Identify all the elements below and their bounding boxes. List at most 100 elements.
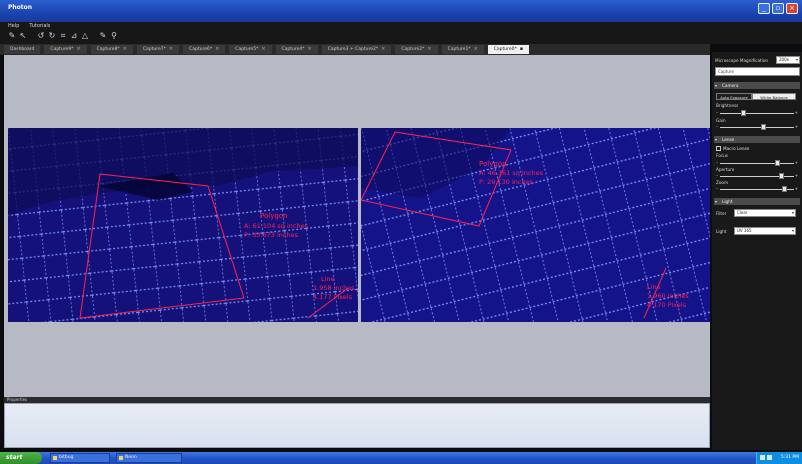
magnification-select[interactable]: 200x ▾ — [776, 56, 800, 64]
menu-item-help[interactable]: Help — [8, 23, 19, 29]
annotation-label: Polygon — [260, 212, 288, 220]
chevron-down-icon: ▾ — [795, 57, 798, 62]
slider-thumb[interactable] — [782, 186, 788, 192]
tab-capture6[interactable]: Capture6* × — [183, 45, 226, 54]
light-value: UV 365 — [737, 228, 752, 233]
annotation-label: Polygon — [479, 160, 507, 168]
capture-image-left[interactable]: Polygon A: 61.104 sq inches P: 33.673 in… — [8, 128, 358, 322]
close-icon[interactable]: × — [474, 45, 478, 54]
annotation-label: Line — [321, 275, 335, 283]
light-label: Light — [716, 229, 727, 234]
tab-dashboard[interactable]: Dashboard — [4, 45, 41, 54]
tab-label: Dashboard — [10, 47, 35, 52]
brightness-slider[interactable]: – + — [716, 109, 798, 117]
volume-icon[interactable] — [767, 455, 772, 460]
tab-capture5[interactable]: Capture5* × — [229, 45, 272, 54]
camera-title: Camera — [722, 83, 739, 88]
macro-lense-checkbox[interactable] — [716, 146, 721, 151]
tab-capture2[interactable]: Capture2* × — [395, 45, 438, 54]
close-icon[interactable]: × — [427, 45, 431, 54]
toolbar: ✎ ↖ ↺ ↻ ⌗ ⊿ △ ✎ ⚲ — [8, 31, 118, 40]
tab-capture1[interactable]: Capture1* × — [441, 45, 484, 54]
light-select[interactable]: UV 365 ▾ — [734, 227, 796, 235]
magnification-value: 200x — [779, 57, 790, 62]
annotation-label: P: 33.673 inches — [244, 231, 299, 239]
zoom-slider[interactable]: – + — [716, 185, 798, 193]
system-tray: 5:31 PM — [756, 452, 802, 464]
close-icon[interactable]: × — [308, 45, 312, 54]
taskbar-item-neon[interactable]: Neon — [116, 453, 182, 463]
window-controls: _ ▫ × — [758, 3, 798, 14]
camera-section-header[interactable]: ▾ Camera — [714, 82, 800, 89]
filter-select[interactable]: Clear ▾ — [734, 209, 796, 217]
close-icon[interactable]: × — [76, 45, 80, 54]
start-button[interactable]: start — [0, 452, 42, 464]
menu-item-tutorials[interactable]: Tutorials — [29, 23, 50, 29]
close-icon[interactable]: ▪ — [520, 45, 523, 54]
close-icon[interactable]: × — [123, 45, 127, 54]
light-section-header[interactable]: ▾ Light — [714, 198, 800, 205]
zoom-icon[interactable]: ⚲ — [110, 31, 118, 40]
tab-label: Capture5* — [235, 47, 259, 52]
annotation-label: A: 46.361 sq inches — [479, 169, 544, 177]
menu-bar: Help Tutorials — [8, 23, 50, 29]
maximize-icon[interactable]: ▫ — [772, 3, 784, 14]
cursor-icon[interactable]: ↖ — [19, 31, 27, 40]
redo-icon[interactable]: ↻ — [48, 31, 56, 40]
capture-button[interactable]: Capture — [715, 67, 800, 76]
app-window: Photon _ ▫ × Help Tutorials ✎ ↖ ↺ ↻ ⌗ ⊿ … — [0, 0, 802, 464]
triangle-down-icon: ▾ — [715, 199, 718, 204]
minimize-icon[interactable]: _ — [758, 3, 770, 14]
annotation-label: A: 61.104 sq inches — [244, 222, 309, 230]
focus-label: Focus — [716, 153, 728, 158]
light-title: Light — [722, 199, 733, 204]
title-bar: Photon _ ▫ × — [0, 0, 802, 22]
close-icon[interactable]: × — [381, 45, 385, 54]
close-icon[interactable]: × — [169, 45, 173, 54]
lense-title: Lense — [722, 137, 735, 142]
pencil-icon[interactable]: ✎ — [8, 31, 16, 40]
capture-image-right[interactable]: Polygon A: 46.361 sq inches P: 29.130 in… — [361, 128, 710, 322]
slider-thumb[interactable] — [775, 160, 781, 166]
microscope-image-right: Polygon A: 46.361 sq inches P: 29.130 in… — [361, 128, 710, 322]
chevron-down-icon: ▾ — [791, 228, 794, 233]
crop-icon[interactable]: ⌗ — [59, 31, 67, 40]
properties-panel — [4, 403, 710, 448]
measure-icon[interactable]: △ — [81, 31, 89, 40]
close-icon[interactable]: × — [215, 45, 219, 54]
white-balance-button[interactable]: White Balance — [752, 93, 796, 100]
annotation-label: P: 29.130 inches — [479, 178, 534, 186]
triangle-down-icon: ▾ — [715, 137, 718, 142]
annotation-label: 4.177 Pixels — [313, 293, 353, 301]
taskbar-item-bitbug[interactable]: bitbug — [50, 453, 110, 463]
image-viewer[interactable]: Polygon A: 61.104 sq inches P: 33.673 in… — [4, 55, 710, 397]
close-icon[interactable]: × — [261, 45, 265, 54]
slider-thumb[interactable] — [740, 110, 746, 116]
slider-thumb[interactable] — [761, 124, 767, 130]
ruler-icon[interactable]: ⊿ — [70, 31, 78, 40]
undo-icon[interactable]: ↺ — [37, 31, 45, 40]
tab-capture8[interactable]: Capture8* × — [90, 45, 133, 54]
capture-label: Capture — [718, 69, 734, 74]
lense-section-header[interactable]: ▾ Lense — [714, 136, 800, 143]
focus-slider[interactable]: – + — [716, 159, 798, 167]
network-icon[interactable] — [760, 455, 765, 460]
gain-slider[interactable]: – + — [716, 123, 798, 131]
magnification-label: Microscope Magnification — [715, 58, 769, 63]
tab-capture0[interactable]: Capture0* ▪ — [487, 45, 530, 54]
tab-capture4[interactable]: Capture4* × — [275, 45, 318, 54]
tab-label: Capture3 + Capture2* — [327, 47, 379, 52]
tab-label: Capture2* — [401, 47, 425, 52]
tab-label: Capture8* — [96, 47, 120, 52]
clock: 5:31 PM — [780, 455, 799, 460]
pencil2-icon[interactable]: ✎ — [99, 31, 107, 40]
filter-label: Filter — [716, 211, 727, 216]
tab-capture9[interactable]: Capture9* × — [44, 45, 87, 54]
taskbar: start bitbug Neon 5:31 PM — [0, 452, 802, 464]
close-icon[interactable]: × — [786, 3, 798, 14]
tab-capture7[interactable]: Capture7* × — [136, 45, 180, 54]
tab-capture3-capture2[interactable]: Capture3 + Capture2* × — [321, 45, 392, 54]
aperture-slider[interactable]: – + — [716, 172, 798, 180]
auto-exposure-button[interactable]: Auto Exposure — [716, 93, 752, 100]
slider-thumb[interactable] — [778, 173, 784, 179]
